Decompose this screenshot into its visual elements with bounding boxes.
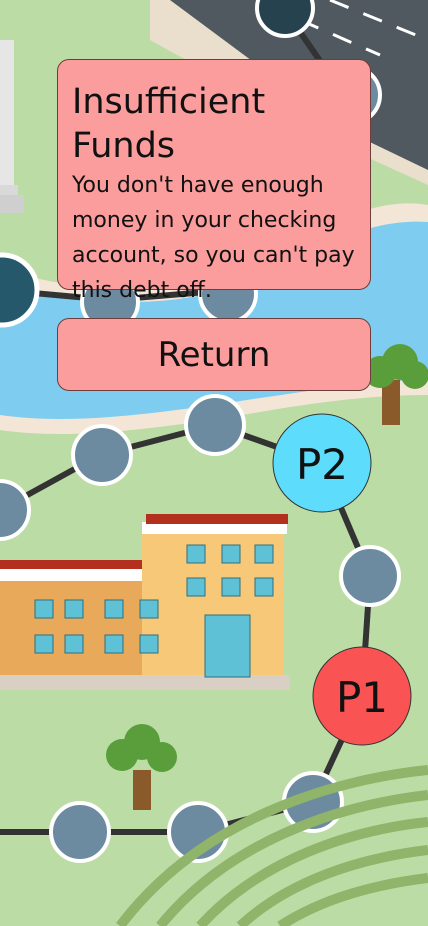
board-space xyxy=(255,0,315,38)
board-space xyxy=(71,424,133,486)
player-token-label: P1 xyxy=(336,673,388,722)
dialog-message: You don't have enough money in your chec… xyxy=(72,173,355,303)
dialog-title: Insufficient Funds xyxy=(72,82,266,166)
player-token-label: P2 xyxy=(296,440,348,489)
board-space xyxy=(184,394,246,456)
player-token-p1[interactable]: P1 xyxy=(312,646,412,746)
return-button[interactable]: Return xyxy=(57,318,371,391)
board-space xyxy=(49,801,111,863)
player-token-p2[interactable]: P2 xyxy=(272,413,372,513)
insufficient-funds-dialog: Insufficient Funds You don't have enough… xyxy=(57,59,371,303)
board-space xyxy=(339,545,401,607)
